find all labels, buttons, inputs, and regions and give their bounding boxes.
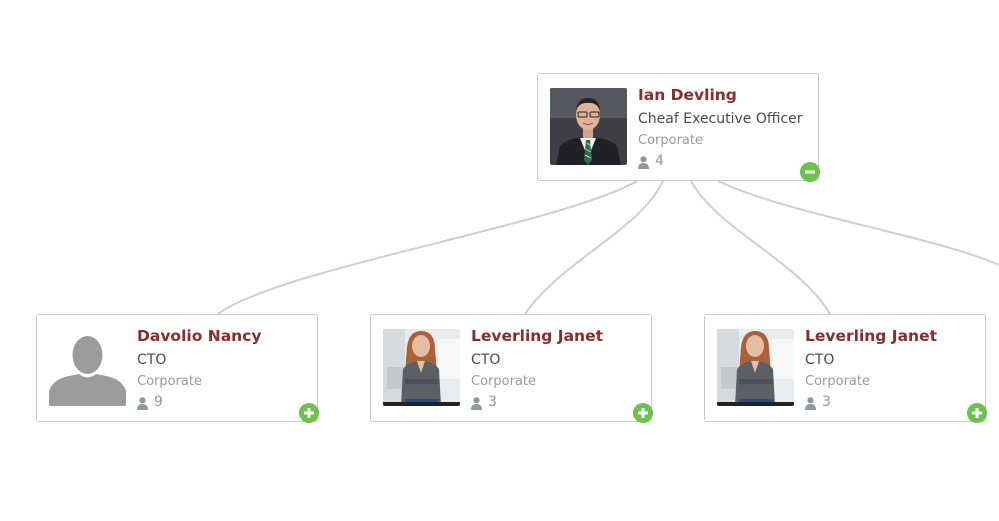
employee-name: Ian Devling bbox=[638, 86, 737, 104]
collapse-button[interactable] bbox=[800, 162, 820, 182]
expand-button[interactable] bbox=[299, 403, 319, 423]
node-davolio-nancy[interactable]: Davolio Nancy CTO Corporate 9 bbox=[36, 314, 319, 423]
employee-department: Corporate bbox=[137, 374, 202, 389]
woman-photo bbox=[717, 329, 794, 406]
woman-photo bbox=[383, 329, 460, 406]
connector-line bbox=[217, 180, 638, 315]
person-icon bbox=[805, 396, 816, 410]
employee-title: CTO bbox=[805, 352, 835, 368]
person-icon bbox=[638, 155, 649, 169]
employee-name: Davolio Nancy bbox=[137, 327, 262, 345]
placeholder-avatar bbox=[49, 329, 126, 406]
connector-lines bbox=[217, 180, 999, 315]
reports-count-value: 3 bbox=[822, 394, 831, 410]
employee-department: Corporate bbox=[471, 374, 536, 389]
employee-department: Corporate bbox=[805, 374, 870, 389]
employee-department: Corporate bbox=[638, 133, 703, 148]
org-chart-canvas: Ian Devling Cheaf Executive Officer Corp… bbox=[0, 0, 999, 521]
node-leverling-janet[interactable]: Leverling Janet CTO Corporate 3 bbox=[370, 314, 653, 423]
employee-title: CTO bbox=[137, 352, 167, 368]
employee-title: Cheaf Executive Officer bbox=[638, 111, 803, 127]
connector-line bbox=[524, 180, 664, 315]
connector-line bbox=[690, 180, 831, 315]
person-icon bbox=[137, 396, 148, 410]
expand-button[interactable] bbox=[633, 403, 653, 423]
employee-title: CTO bbox=[471, 352, 501, 368]
expand-button[interactable] bbox=[967, 403, 987, 423]
man-in-suit-photo bbox=[550, 88, 627, 165]
plus-circle-icon bbox=[638, 408, 648, 418]
connector-line bbox=[717, 180, 999, 266]
plus-circle-icon bbox=[304, 408, 314, 418]
reports-count-value: 3 bbox=[488, 394, 497, 410]
node-ian-devling[interactable]: Ian Devling Cheaf Executive Officer Corp… bbox=[537, 73, 820, 182]
reports-count: 4 bbox=[638, 151, 812, 171]
minus-circle-icon bbox=[805, 170, 815, 174]
employee-name: Leverling Janet bbox=[471, 327, 603, 345]
node-leverling-janet[interactable]: Leverling Janet CTO Corporate 3 bbox=[704, 314, 987, 423]
reports-count-value: 9 bbox=[154, 394, 163, 410]
reports-count-value: 4 bbox=[655, 153, 664, 169]
reports-count: 3 bbox=[805, 392, 979, 412]
employee-name: Leverling Janet bbox=[805, 327, 937, 345]
reports-count: 3 bbox=[471, 392, 645, 412]
person-icon bbox=[471, 396, 482, 410]
plus-circle-icon bbox=[972, 408, 982, 418]
reports-count: 9 bbox=[137, 392, 311, 412]
